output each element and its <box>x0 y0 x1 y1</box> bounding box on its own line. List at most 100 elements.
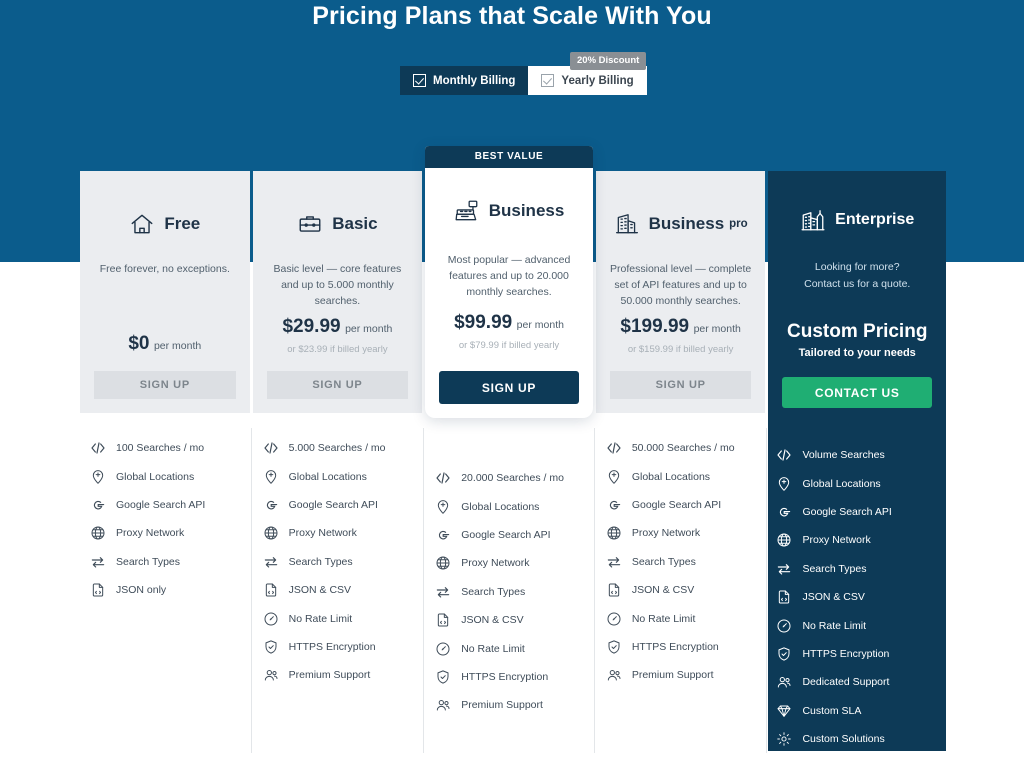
feature-item: JSON & CSV <box>263 576 417 604</box>
plan-yearly-note: or $79.99 if billed yearly <box>458 340 560 351</box>
plan-card: Basic Basic level — core features and up … <box>252 171 423 413</box>
location-pin-icon <box>435 499 451 515</box>
feature-item: HTTPS Encryption <box>776 640 940 668</box>
column-divider <box>423 428 425 753</box>
signup-button[interactable]: SIGN UP <box>609 371 752 399</box>
feature-label: Google Search API <box>802 505 892 518</box>
exchange-arrows-icon <box>606 554 622 570</box>
feature-label: HTTPS Encryption <box>461 670 549 683</box>
feature-item: Google Search API <box>263 491 417 519</box>
exchange-arrows-icon <box>263 554 279 570</box>
diamond-icon <box>776 703 792 719</box>
code-icon <box>90 440 106 456</box>
plan-card: Business pro Professional level — complete… <box>595 171 766 413</box>
plan-price-block: $0 per month <box>94 333 236 355</box>
feature-label: Custom SLA <box>802 704 862 717</box>
feature-label: Proxy Network <box>116 527 185 540</box>
toggle-option-monthly[interactable]: Monthly Billing <box>400 66 529 95</box>
plan-price: $29.99 <box>282 316 341 337</box>
feature-item: Premium Support <box>606 661 760 689</box>
feature-label: Custom Solutions <box>802 733 885 746</box>
plan-column-free: Free Free forever, no exceptions. $0 per m… <box>80 146 252 756</box>
plan-price-period: per month <box>516 319 564 331</box>
location-pin-icon <box>263 469 279 485</box>
feature-item: Global Locations <box>435 492 587 520</box>
google-icon <box>263 497 279 513</box>
feature-item: Proxy Network <box>263 519 417 547</box>
toggle-option-yearly[interactable]: Yearly Billing <box>528 66 647 95</box>
feature-label: Google Search API <box>288 498 378 511</box>
feature-label: HTTPS Encryption <box>631 640 719 653</box>
feature-label: 100 Searches / mo <box>116 442 205 455</box>
feature-item: 50.000 Searches / mo <box>606 434 760 462</box>
plan-description: Most popular — advanced features and up … <box>447 254 571 298</box>
skyscraper-icon <box>800 207 826 233</box>
feature-label: Proxy Network <box>461 557 530 570</box>
feature-item: Google Search API <box>606 491 760 519</box>
checkbox-icon <box>541 74 555 87</box>
feature-item: Google Search API <box>90 491 244 519</box>
gear-icon <box>776 731 792 747</box>
feature-label: Search Types <box>116 555 181 568</box>
feature-label: Global Locations <box>288 470 367 483</box>
billing-period-toggle[interactable]: Monthly Billing Yearly Billing <box>400 66 647 95</box>
discount-badge: 20% Discount <box>570 52 647 70</box>
signup-button[interactable]: SIGN UP <box>94 371 236 399</box>
gauge-icon <box>435 641 451 657</box>
feature-label: 50.000 Searches / mo <box>631 442 735 455</box>
users-icon <box>435 697 451 713</box>
feature-item: Custom Solutions <box>776 725 940 753</box>
location-pin-icon <box>90 469 106 485</box>
feature-item: 5.000 Searches / mo <box>263 434 417 462</box>
custom-pricing-subtitle: Tailored to your needs <box>798 347 916 359</box>
plan-description-line1: Looking for more? <box>814 261 900 273</box>
feature-label: Dedicated Support <box>802 676 890 689</box>
file-code-icon <box>90 582 106 598</box>
plan-price-block: $199.99 per month or $159.99 if billed ye… <box>610 316 752 355</box>
column-divider <box>593 428 595 753</box>
feature-item: Premium Support <box>263 661 417 689</box>
signup-button[interactable]: SIGN UP <box>266 371 409 399</box>
shield-check-icon <box>606 639 622 655</box>
plan-header: Business pro <box>614 209 748 239</box>
feature-item: Dedicated Support <box>776 668 940 696</box>
feature-label: Global Locations <box>631 470 711 483</box>
feature-item: Search Types <box>435 578 587 606</box>
feature-label: JSON & CSV <box>631 584 695 597</box>
plan-price-block: $29.99 per month or $23.99 if billed year… <box>267 316 409 355</box>
exchange-arrows-icon <box>435 584 451 600</box>
file-code-icon <box>606 582 622 598</box>
plan-name: Free <box>164 214 201 233</box>
exchange-arrows-icon <box>90 554 106 570</box>
globe-icon <box>263 525 279 541</box>
plan-header: Enterprise <box>782 205 932 235</box>
file-code-icon <box>435 612 451 628</box>
plan-header: Basic <box>297 209 378 239</box>
plan-price: $99.99 <box>454 312 513 333</box>
plan-column-enterprise: Enterprise Looking for more? Contact us fo… <box>768 146 947 756</box>
feature-item: Search Types <box>776 555 940 583</box>
location-pin-icon <box>776 476 792 492</box>
shield-check-icon <box>263 639 279 655</box>
plan-name: Basic <box>332 214 378 233</box>
plan-card: Free Free forever, no exceptions. $0 per m… <box>80 171 250 413</box>
gauge-icon <box>776 618 792 634</box>
contact-us-button[interactable]: CONTACT US <box>782 377 933 408</box>
code-icon <box>606 440 622 456</box>
feature-label: Premium Support <box>288 669 371 682</box>
home-icon <box>129 211 155 237</box>
feature-label: Proxy Network <box>631 527 701 540</box>
location-pin-icon <box>606 469 622 485</box>
feature-item: Premium Support <box>435 691 587 719</box>
plan-name-suffix: pro <box>729 218 748 230</box>
file-code-icon <box>263 582 279 598</box>
signup-button[interactable]: SIGN UP <box>439 371 579 404</box>
globe-icon <box>90 525 106 541</box>
custom-pricing-block: Custom Pricing Tailored to your needs <box>782 321 932 359</box>
globe-icon <box>435 555 451 571</box>
feature-item: Proxy Network <box>90 519 244 547</box>
feature-label: Search Types <box>288 555 353 568</box>
plan-price-period: per month <box>153 340 202 352</box>
feature-item: No Rate Limit <box>606 604 760 632</box>
users-icon <box>606 667 622 683</box>
